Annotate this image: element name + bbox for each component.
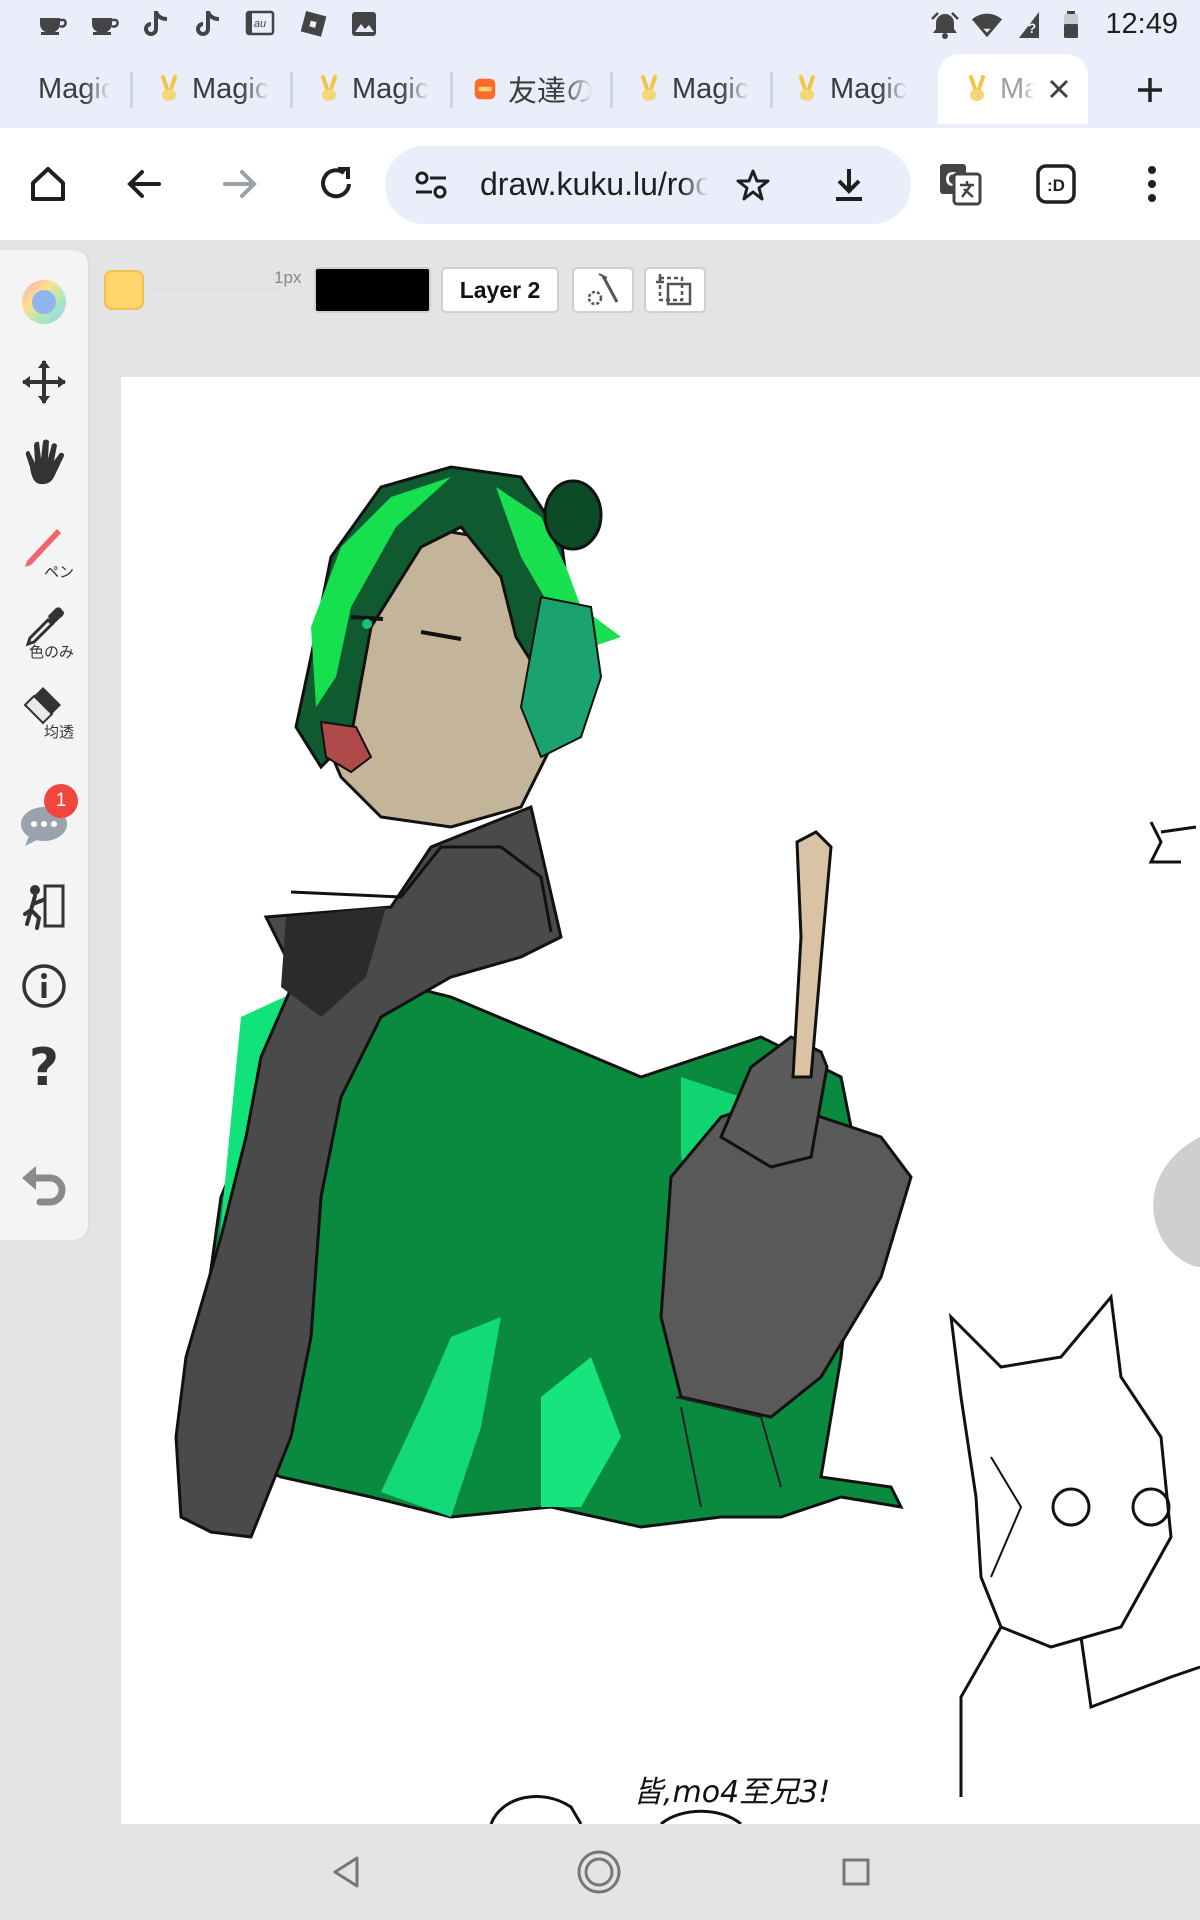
browser-tab[interactable]: Magic [318,54,436,124]
browser-tab-active[interactable]: Magic [938,54,1088,124]
eyedropper-label: 色のみ [28,644,74,661]
browser-toolbar: draw.kuku.lu/room G :D [0,128,1200,240]
recents-nav-button[interactable] [826,1842,886,1902]
undo-button[interactable] [8,1150,80,1222]
alarm-icon [929,9,961,41]
address-bar[interactable]: draw.kuku.lu/room [385,146,911,224]
site-settings-icon[interactable] [403,157,459,213]
color-swatch[interactable] [104,270,144,310]
eraser-tool-button[interactable]: 均透 [8,668,80,741]
clock-time: 12:49 [1105,8,1178,40]
tab-title: Magic [352,72,430,105]
tab-divider [770,72,773,108]
home-button[interactable] [20,156,76,212]
tab-divider [290,72,293,108]
tiktok-icon [140,8,172,40]
browser-tab[interactable]: Magic [38,54,110,124]
layer-button[interactable]: Layer 2 [441,267,559,313]
image-icon [348,8,380,40]
hand-tool-button[interactable] [8,426,80,498]
bunny-favicon-icon [638,74,660,104]
forward-button[interactable] [212,156,268,212]
extension-button[interactable]: :D [1028,156,1084,212]
au-icon: au [244,8,276,40]
svg-text:au: au [254,18,266,30]
current-color-box[interactable] [314,267,431,313]
bookmark-star-icon[interactable] [725,157,781,213]
new-tab-button[interactable] [1122,62,1178,118]
drawing-canvas[interactable]: 皆,mo4至兄3! [121,377,1200,1824]
browser-tab[interactable]: Magic [158,54,276,124]
brush-size-slider[interactable] [148,287,278,291]
system-icons: ? 12:49 [929,8,1178,41]
exit-room-button[interactable] [8,870,80,942]
tab-divider [130,72,133,108]
tiktok-icon [192,8,224,40]
help-button[interactable]: ? [8,1030,80,1102]
tab-title: 友達の [508,76,592,108]
notification-icons: au [36,8,380,40]
handwritten-note: 皆,mo4至兄3! [633,1775,830,1810]
tab-title: Magic [830,72,908,105]
tab-title: Magic [192,72,270,105]
chat-button[interactable]: 1 [8,784,80,862]
download-icon[interactable] [821,157,877,213]
system-nav-bar [0,1824,1200,1920]
canvas-resize-button[interactable] [644,267,706,313]
bunny-favicon-icon [966,74,988,104]
bunny-favicon-icon [796,74,818,104]
browser-tab[interactable]: 友達の [474,54,592,124]
bunny-favicon-icon [318,74,340,104]
url-text[interactable]: draw.kuku.lu/room [480,166,708,203]
translate-button[interactable]: G [932,156,988,212]
brush-settings-button[interactable] [572,267,634,313]
eyedropper-tool-button[interactable]: 色のみ [8,588,80,661]
color-wheel-button[interactable] [8,266,80,338]
svg-text::D: :D [1047,176,1065,195]
more-menu-button[interactable] [1124,156,1180,212]
move-tool-button[interactable] [8,346,80,418]
bunny-favicon-icon [158,74,180,104]
orange-favicon-icon [474,74,496,104]
back-button[interactable] [116,156,172,212]
tool-sidebar: ペン 色のみ 均透 1 ? [0,250,88,1240]
cup-icon [88,8,120,40]
reload-button[interactable] [308,156,364,212]
eraser-label: 均透 [43,724,74,741]
svg-text:?: ? [1028,20,1037,36]
svg-text:?: ? [29,1041,59,1091]
tab-divider [610,72,613,108]
tab-title: Magic [672,72,750,105]
home-nav-button[interactable] [569,1842,629,1902]
status-bar: au ? 12:49 [0,0,1200,50]
back-nav-button[interactable] [316,1842,376,1902]
canvas-drawing: 皆,mo4至兄3! [174,465,1200,1824]
brush-size-label: 1px [274,268,302,287]
tab-title: Magic [1000,72,1036,105]
browser-tab[interactable]: Magic [796,54,914,124]
cup-icon [36,8,68,40]
roblox-icon [296,8,328,40]
browser-tab[interactable]: Magic [638,54,756,124]
tab-title: Magic [38,72,110,105]
tab-divider [450,72,453,108]
signal-icon: ? [1013,9,1045,41]
close-tab-icon[interactable] [1045,74,1072,104]
pen-label: ペン [43,564,74,581]
wifi-icon [971,9,1003,41]
drawing-app: 皆,mo4至兄3! ペン 色のみ 均透 1 ? 1px Layer 2 [0,240,1200,1824]
pen-tool-button[interactable]: ペン [8,508,80,581]
chat-notification-badge: 1 [44,784,78,818]
info-button[interactable] [8,950,80,1022]
battery-icon [1055,9,1087,41]
tab-strip: Magic Magic Magic 友達の Magic Magic Magic [0,50,1200,128]
